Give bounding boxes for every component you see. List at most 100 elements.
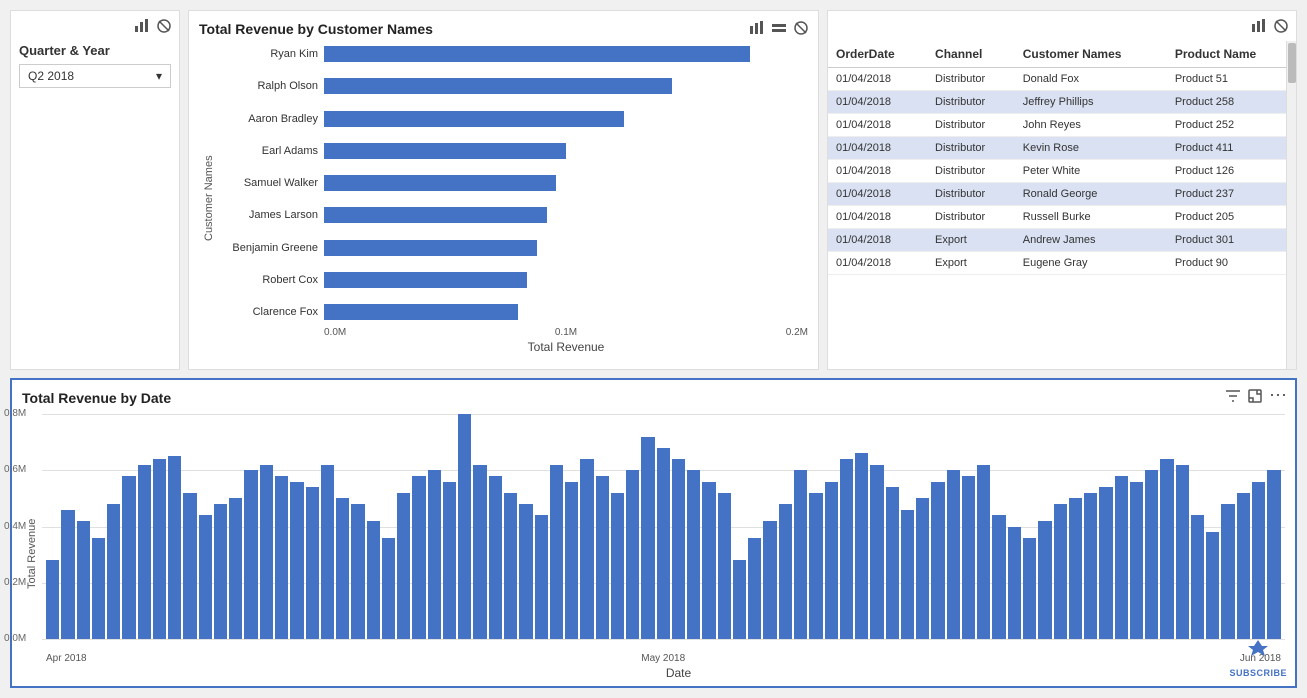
bar-icon-2[interactable] [770,19,788,37]
table-cell: Andrew James [1015,229,1167,252]
table-cell: Product 252 [1167,114,1296,137]
table-row: 01/04/2018DistributorPeter WhiteProduct … [828,160,1296,183]
table-row: 01/04/2018DistributorRussell BurkeProduc… [828,206,1296,229]
bar-row: Ryan Kim [219,43,808,65]
bottom-bar [275,476,288,639]
bar-fill [324,143,566,159]
bar-container [324,78,808,94]
bar-fill [324,46,750,62]
bottom-chart-inner: 0.8M0.6M0.4M0.2M0.0M Apr 2018May 2018Jun… [42,414,1285,664]
bottom-bar [306,487,319,639]
grid-line: 0.0M [42,639,1285,640]
table-row: 01/04/2018ExportEugene GrayProduct 90 [828,252,1296,275]
bottom-bar [1176,465,1189,639]
table-cell: Product 205 [1167,206,1296,229]
bottom-bar [244,470,257,639]
bottom-bar [626,470,639,639]
table-block-icon[interactable] [1272,17,1290,35]
bottom-bar [260,465,273,639]
table-row: 01/04/2018DistributorDonald FoxProduct 5… [828,68,1296,91]
table-panel: OrderDateChannelCustomer NamesProduct Na… [827,10,1297,370]
table-cell: Donald Fox [1015,68,1167,91]
bar-label: Aaron Bradley [219,113,324,125]
bar-row: Clarence Fox [219,301,808,323]
block-icon-bar[interactable] [792,19,810,37]
filter-label: Quarter & Year [19,43,171,58]
bottom-bar [901,510,914,639]
bottom-bar [229,498,242,639]
bottom-bar [718,493,731,639]
filter-dropdown[interactable]: Q2 2018 ▾ [19,64,171,88]
more-options-icon[interactable]: ⋯ [1269,388,1287,407]
bar-chart-y-label: Customer Names [199,43,219,323]
bottom-bar [61,510,74,639]
bar-row: Aaron Bradley [219,108,808,130]
table-cell: Ronald George [1015,183,1167,206]
bar-label: Benjamin Greene [219,242,324,254]
table-panel-icons [1250,17,1290,35]
bottom-bar [977,465,990,639]
bar-row: Robert Cox [219,269,808,291]
table-row: 01/04/2018ExportAndrew JamesProduct 301 [828,229,1296,252]
table-cell: Distributor [927,160,1015,183]
table-header: Customer Names [1015,41,1167,68]
bar-container [324,175,808,191]
table-cell: Export [927,252,1015,275]
bottom-bar [1084,493,1097,639]
bar-fill [324,111,624,127]
block-icon[interactable] [155,17,173,35]
bottom-bar [153,459,166,639]
bar-label: Clarence Fox [219,306,324,318]
table-cell: Peter White [1015,160,1167,183]
bottom-bar [504,493,517,639]
bottom-bar [947,470,960,639]
subscribe-button[interactable]: SUBSCRIBE [1229,638,1287,678]
table-bar-icon[interactable] [1250,17,1268,35]
bottom-bar [611,493,624,639]
bottom-bar [779,504,792,639]
bar-label: Samuel Walker [219,177,324,189]
expand-icon[interactable] [1247,388,1263,407]
bottom-bar [825,482,838,640]
bottom-panel-icons: ⋯ [1225,388,1287,407]
table-cell: 01/04/2018 [828,160,927,183]
bottom-bar [1115,476,1128,639]
bar-fill [324,240,537,256]
x-axis-area: 0.0M0.1M0.2M Total Revenue [324,327,808,357]
scrollbar[interactable] [1286,41,1296,369]
bottom-bar [962,476,975,639]
bottom-bar [107,504,120,639]
x-axis-label: 0.2M [786,327,808,338]
top-row: Quarter & Year Q2 2018 ▾ Total Revenue b… [10,10,1297,370]
y-axis-tick-label: 0.0M [4,633,26,644]
x-axis-label: 0.1M [555,327,577,338]
bar-chart-panel-icons [748,19,810,37]
bottom-x-labels: Apr 2018May 2018Jun 2018 [42,653,1285,664]
bar-chart-icon[interactable] [133,17,151,35]
table-cell: Product 258 [1167,91,1296,114]
scrollbar-thumb[interactable] [1288,43,1296,83]
bar-label: Robert Cox [219,274,324,286]
bottom-bar [657,448,670,639]
filter-icon[interactable] [1225,388,1241,407]
bar-fill [324,78,672,94]
bottom-bar [1237,493,1250,639]
bottom-bar [886,487,899,639]
table-header: Product Name [1167,41,1296,68]
table-cell: Jeffrey Phillips [1015,91,1167,114]
table-cell: Eugene Gray [1015,252,1167,275]
bottom-bar [351,504,364,639]
bar-fill [324,175,556,191]
table-row: 01/04/2018DistributorJohn ReyesProduct 2… [828,114,1296,137]
bar-container [324,46,808,62]
bottom-bar [214,504,227,639]
bar-chart-panel: Total Revenue by Customer Names [188,10,819,370]
table-cell: Distributor [927,91,1015,114]
bottom-bar [748,538,761,639]
bottom-bar [733,560,746,639]
y-axis-tick-label: 0.8M [4,408,26,419]
subscribe-label: SUBSCRIBE [1229,668,1287,678]
bottom-bar [916,498,929,639]
bottom-bar [641,437,654,640]
bar-icon-1[interactable] [748,19,766,37]
